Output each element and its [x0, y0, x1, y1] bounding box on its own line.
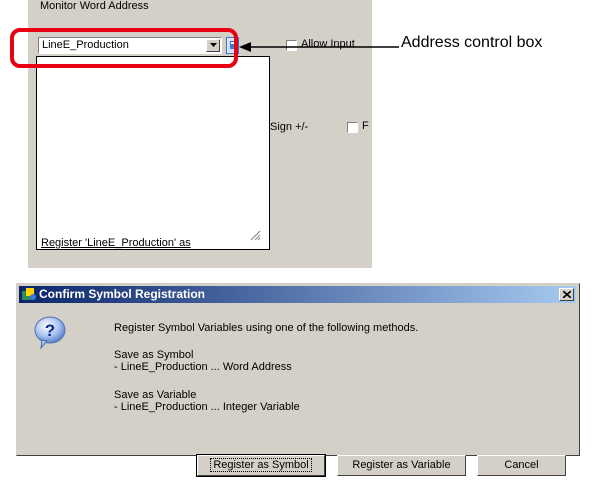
callout-arrow [239, 42, 399, 52]
close-button[interactable] [559, 288, 574, 301]
address-dropdown-list[interactable] [36, 56, 270, 250]
confirm-symbol-registration-dialog: Confirm Symbol Registration ? Register S… [16, 283, 580, 477]
cancel-button[interactable]: Cancel [477, 455, 566, 476]
monitor-word-address-label: Monitor Word Address [40, 0, 149, 12]
resize-grip-icon[interactable] [249, 229, 261, 241]
question-icon: ? [34, 316, 66, 350]
close-icon [563, 291, 571, 298]
save-as-symbol-detail: - LineE_Production ... Word Address [114, 361, 292, 373]
address-control-highlight [10, 28, 238, 68]
sign-label: Sign +/- [270, 121, 309, 133]
dialog-title: Confirm Symbol Registration [39, 287, 206, 301]
svg-text:?: ? [45, 321, 55, 340]
callout-label: Address control box [401, 34, 543, 51]
register-as-symbol-button[interactable]: Register as Symbol [196, 454, 326, 477]
app-icon [22, 288, 36, 300]
register-as-variable-button[interactable]: Register as Variable [337, 455, 466, 476]
register-symbol-link[interactable]: Register 'LineE_Production' as [41, 237, 191, 249]
sign-checkbox-label: F [362, 120, 369, 132]
dialog-message: Register Symbol Variables using one of t… [114, 322, 419, 334]
dialog-titlebar[interactable]: Confirm Symbol Registration [19, 286, 576, 303]
register-as-symbol-label: Register as Symbol [210, 458, 312, 472]
save-as-symbol-title: Save as Symbol [114, 349, 194, 361]
sign-checkbox[interactable] [347, 122, 358, 133]
save-as-variable-detail: - LineE_Production ... Integer Variable [114, 401, 300, 413]
save-as-variable-title: Save as Variable [114, 389, 197, 401]
